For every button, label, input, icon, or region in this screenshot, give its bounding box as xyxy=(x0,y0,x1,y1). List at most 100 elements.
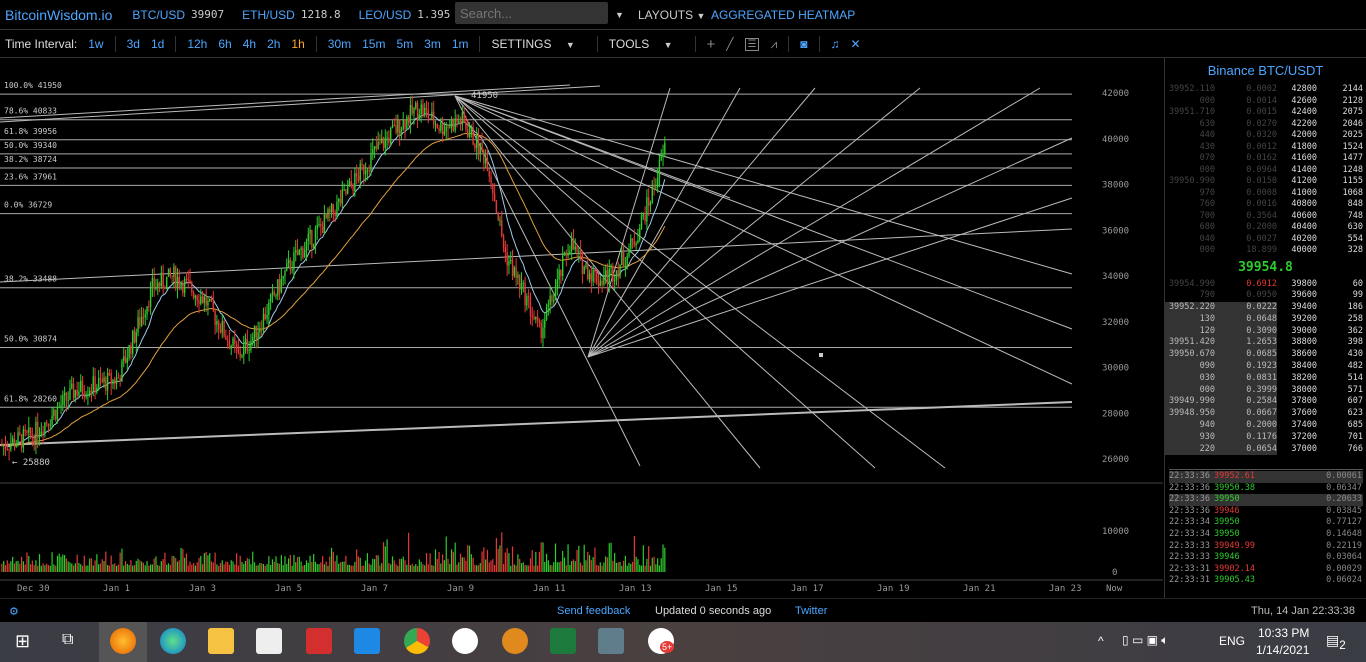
bid-row[interactable]: 090 0.1923 38400 482 xyxy=(1165,361,1366,373)
ask-row[interactable]: 680 0.2000 40400 630 xyxy=(1165,222,1366,234)
camera-app-icon[interactable] xyxy=(502,628,528,654)
fib-tool-icon[interactable]: ☰ xyxy=(744,37,760,51)
volume-bar xyxy=(574,561,576,572)
twitter-link[interactable]: Twitter xyxy=(795,605,827,617)
candle-body xyxy=(438,128,440,131)
candle-body xyxy=(535,316,537,320)
interval-6h[interactable]: 6h xyxy=(218,37,231,51)
action-center-icon[interactable]: ▤2 xyxy=(1326,632,1346,652)
layouts-menu[interactable]: LAYOUTS ▼ xyxy=(638,8,705,22)
app-g-icon[interactable] xyxy=(452,628,478,654)
ask-row[interactable]: 760 0.0016 40800 848 xyxy=(1165,199,1366,211)
ask-row[interactable]: 700 0.3564 40600 748 xyxy=(1165,211,1366,223)
tray-icons[interactable]: ▯ ▭ ▣ 🔈︎ xyxy=(1122,633,1168,648)
bid-row[interactable]: 940 0.2000 37400 685 xyxy=(1165,420,1366,432)
candle-body xyxy=(252,337,254,341)
ask-row[interactable]: 440 0.0320 42000 2025 xyxy=(1165,130,1366,142)
interval-1w[interactable]: 1w xyxy=(88,37,103,51)
ask-row-col4: 1524 xyxy=(1342,141,1363,152)
bid-row[interactable]: 39950.670 0.0685 38600 430 xyxy=(1165,349,1366,362)
task-view-icon[interactable]: ⧉ xyxy=(62,631,73,649)
search-dropdown-icon[interactable]: ▼ xyxy=(615,10,624,20)
ask-row[interactable]: 39952.110 0.0002 42800 2144 xyxy=(1165,84,1366,96)
ask-row[interactable]: 430 0.0012 41800 1524 xyxy=(1165,142,1366,154)
ask-row[interactable]: 630 0.0270 42200 2046 xyxy=(1165,119,1366,131)
tray-chevron-icon[interactable]: ^ xyxy=(1098,634,1104,648)
bid-row[interactable]: 39954.990 0.6912 39800 60 xyxy=(1165,279,1366,291)
file-explorer-icon[interactable] xyxy=(208,628,234,654)
bid-row[interactable]: 39948.950 0.0667 37600 623 xyxy=(1165,408,1366,421)
ask-row[interactable]: 070 0.0162 41600 1477 xyxy=(1165,153,1366,165)
volume-bar xyxy=(402,556,404,572)
bid-row-col1: 220 xyxy=(1165,443,1215,456)
settings-gear-icon[interactable]: ⚙ xyxy=(9,605,19,618)
interval-1d[interactable]: 1d xyxy=(151,37,164,51)
ask-row-col2: 0.3564 xyxy=(1246,210,1277,221)
calculator-icon[interactable] xyxy=(598,628,624,654)
ticker-eth[interactable]: ETH/USD xyxy=(242,8,295,22)
excel-icon[interactable] xyxy=(550,628,576,654)
tools-menu[interactable]: TOOLS ▼ xyxy=(609,37,684,51)
crosshair-icon[interactable]: + xyxy=(707,36,716,53)
bid-row[interactable]: 220 0.0654 37000 766 xyxy=(1165,443,1366,456)
ask-row[interactable]: 970 0.0008 41000 1068 xyxy=(1165,188,1366,200)
candle-body xyxy=(554,289,557,301)
windows-start-icon[interactable]: ⊞ xyxy=(15,631,30,652)
fan-tool-icon[interactable]: ⩘ xyxy=(770,37,777,52)
bid-row[interactable]: 120 0.3090 39000 362 xyxy=(1165,325,1366,338)
candle-body xyxy=(60,405,62,407)
fullscreen-icon[interactable]: ✕ xyxy=(851,37,861,51)
candle-body xyxy=(472,127,474,145)
clock-date[interactable]: 1/14/2021 xyxy=(1256,643,1309,657)
bid-row[interactable]: 030 0.0831 38200 514 xyxy=(1165,372,1366,385)
send-feedback-link[interactable]: Send feedback xyxy=(557,605,630,617)
bid-row[interactable]: 000 0.3999 38000 571 xyxy=(1165,384,1366,397)
ask-row[interactable]: 000 0.0014 42600 2128 xyxy=(1165,96,1366,108)
language-indicator[interactable]: ENG xyxy=(1219,634,1245,648)
interval-5m[interactable]: 5m xyxy=(396,37,413,51)
interval-15m[interactable]: 15m xyxy=(362,37,385,51)
bid-row[interactable]: 130 0.0648 39200 258 xyxy=(1165,313,1366,326)
candle-body xyxy=(542,327,544,339)
ask-row[interactable]: 000 0.0964 41400 1248 xyxy=(1165,165,1366,177)
interval-1h[interactable]: 1h xyxy=(291,37,304,51)
interval-3m[interactable]: 3m xyxy=(424,37,441,51)
camera-icon[interactable]: ◙ xyxy=(800,37,807,51)
ticker-leo[interactable]: LEO/USD xyxy=(359,8,412,22)
candle-body xyxy=(429,118,431,120)
chart-area[interactable]: 100.0% 41950 78.6% 40833 61.8% 39956 50.0% … xyxy=(0,58,1163,598)
settings-menu[interactable]: SETTINGS ▼ xyxy=(491,37,585,51)
interval-1m[interactable]: 1m xyxy=(452,37,469,51)
bid-row[interactable]: 930 0.1176 37200 701 xyxy=(1165,431,1366,444)
interval-30m[interactable]: 30m xyxy=(328,37,351,51)
clock-time[interactable]: 10:33 PM xyxy=(1258,626,1309,640)
interval-3d[interactable]: 3d xyxy=(127,37,140,51)
mail-icon[interactable] xyxy=(354,628,380,654)
search-input[interactable] xyxy=(455,2,608,24)
volume-bar xyxy=(225,561,227,572)
bid-row[interactable]: 39949.990 0.2584 37800 607 xyxy=(1165,396,1366,409)
ask-row[interactable]: 39951.710 0.0015 42400 2075 xyxy=(1165,107,1366,119)
interval-2h[interactable]: 2h xyxy=(267,37,280,51)
candle-body xyxy=(477,135,480,154)
interval-4h[interactable]: 4h xyxy=(243,37,256,51)
firefox-icon[interactable] xyxy=(110,628,136,654)
bid-row[interactable]: 39952.220 0.0222 39400 186 xyxy=(1165,302,1366,314)
aggregated-heatmap-link[interactable]: AGGREGATED HEATMAP xyxy=(711,8,855,22)
chrome-icon[interactable] xyxy=(404,628,430,654)
store-icon[interactable] xyxy=(256,628,282,654)
bid-row[interactable]: 790 0.0950 39600 99 xyxy=(1165,290,1366,302)
ticker-btc[interactable]: BTC/USD xyxy=(132,8,185,22)
alert-bell-icon[interactable]: ♫ xyxy=(831,37,840,51)
ask-row[interactable]: 39950.990 0.0150 41200 1155 xyxy=(1165,176,1366,188)
edge-icon[interactable] xyxy=(160,628,186,654)
volume-bar xyxy=(576,549,578,572)
ask-row[interactable]: 040 0.0027 40200 554 xyxy=(1165,234,1366,246)
bid-row[interactable]: 39951.420 1.2653 38800 398 xyxy=(1165,337,1366,350)
price-chart[interactable]: 100.0% 41950 78.6% 40833 61.8% 39956 50.0% … xyxy=(0,58,1163,598)
line-tool-icon[interactable]: ╱ xyxy=(726,37,733,51)
ask-row[interactable]: 000 18.899 40000 328 xyxy=(1165,245,1366,257)
gift-icon[interactable] xyxy=(306,628,332,654)
interval-12h[interactable]: 12h xyxy=(187,37,207,51)
brand-logo[interactable]: BitcoinWisdom.io xyxy=(5,7,112,23)
